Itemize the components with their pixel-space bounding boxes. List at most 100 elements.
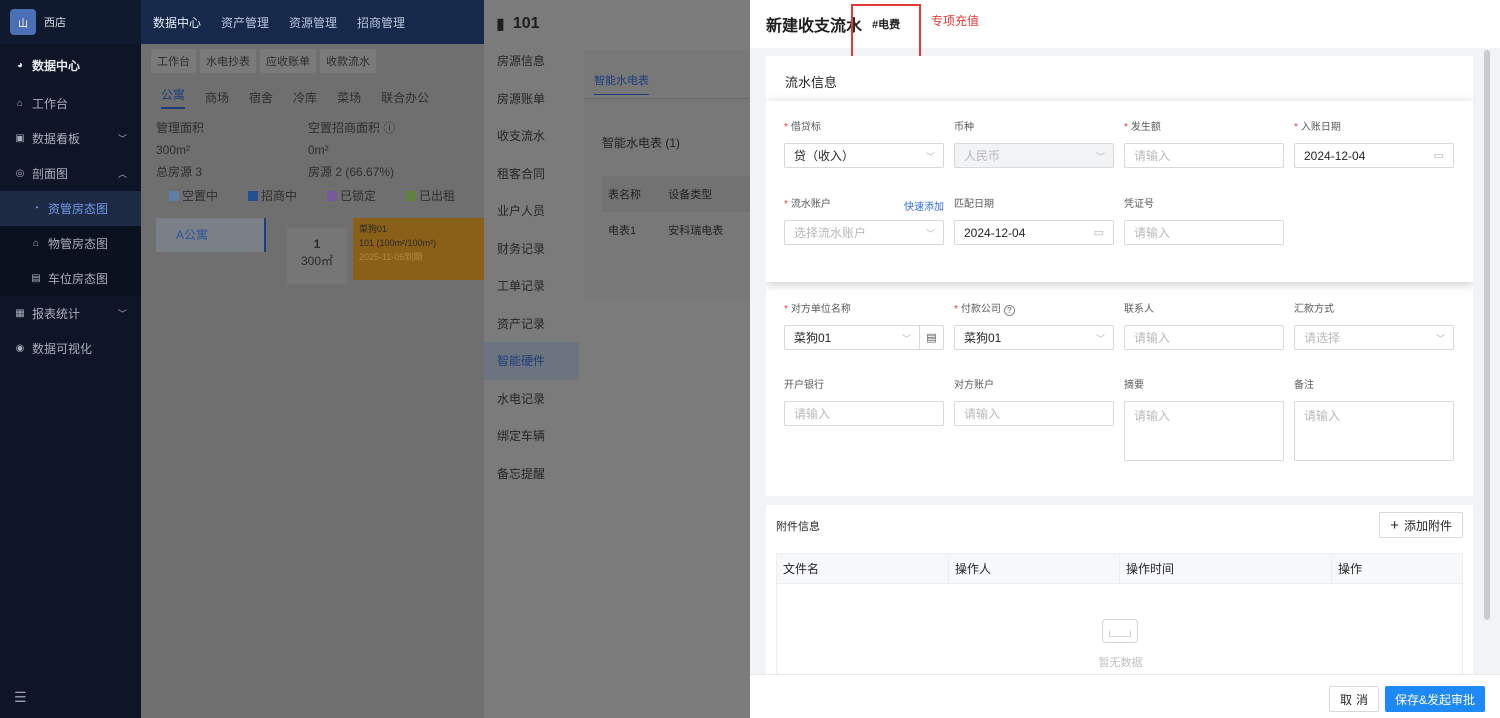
- remit-method-select[interactable]: 请选择 ﹀: [1294, 325, 1454, 350]
- legend-locked[interactable]: 已锁定: [327, 187, 376, 204]
- room-header: ▮ 101: [484, 0, 750, 48]
- main-content: 工作台 水电抄表 应收账单 收款流水 公寓 商场 宿舍 冷库 菜场 联合办公 管…: [141, 44, 488, 718]
- col-operator: 操作人: [949, 554, 1120, 583]
- page-tab-workbench[interactable]: 工作台: [151, 48, 196, 73]
- attachments-table: 文件名 操作人 操作时间 操作 暂无数据: [776, 553, 1463, 674]
- sidebar-item-dashboard[interactable]: ▣ 数据看板 ﹀: [0, 121, 141, 156]
- legend-vacant[interactable]: 空置中: [169, 187, 218, 204]
- room-menu-item[interactable]: 资产记录: [484, 305, 579, 343]
- field-voucher: 凭证号 请输入: [1124, 198, 1284, 245]
- field-amount: * 发生额 请输入: [1124, 121, 1284, 168]
- room-menu-item[interactable]: 收支流水: [484, 117, 579, 155]
- annotation-note: 专项充值: [931, 14, 980, 28]
- room-menu-item[interactable]: 租客合同: [484, 155, 579, 193]
- flow-account-select[interactable]: 选择流水账户 ﹀: [784, 220, 944, 245]
- payer-select[interactable]: 菜狗01 ﹀: [954, 325, 1114, 350]
- field-currency: 币种 人民币 ﹀: [954, 121, 1114, 168]
- debit-credit-select[interactable]: 贷（收入） ﹀: [784, 143, 944, 168]
- room-menu-item[interactable]: 备忘提醒: [484, 455, 579, 493]
- summary-textarea[interactable]: 请输入: [1124, 401, 1284, 461]
- menu-fold-icon[interactable]: ☰: [14, 689, 27, 706]
- building-tab-market[interactable]: 菜场: [337, 89, 361, 106]
- topnav-data-center[interactable]: 数据中心: [153, 14, 201, 31]
- sidebar-item-property-room[interactable]: ⌂ 物管房态图: [0, 226, 141, 261]
- drawer-scrollbar[interactable]: [1484, 50, 1490, 620]
- cancel-button[interactable]: 取消: [1329, 686, 1379, 712]
- page-tab-receipts[interactable]: 收款流水: [320, 48, 376, 73]
- sidebar-item-visual[interactable]: ◉ 数据可视化: [0, 331, 141, 366]
- room-menu-item-active[interactable]: 智能硬件: [484, 342, 579, 380]
- legend-rented[interactable]: 已出租: [406, 187, 455, 204]
- data-center-icon: ◕: [16, 59, 24, 71]
- topnav-leasing[interactable]: 招商管理: [357, 14, 405, 31]
- drawer-header: 新建收支流水 #电费 专项充值: [750, 0, 1500, 58]
- counterparty-select[interactable]: 菜狗01 ﹀ ▤: [784, 325, 944, 350]
- voucher-input[interactable]: 请输入: [1124, 220, 1284, 245]
- sidebar-item-profile[interactable]: ◎ 剖面图 ︿: [0, 156, 141, 191]
- contact-input[interactable]: 请输入: [1124, 325, 1284, 350]
- topnav-asset[interactable]: 资产管理: [221, 14, 269, 31]
- store-logo-icon: 山: [10, 9, 36, 35]
- profile-icon: ◎: [15, 168, 25, 179]
- page-tabs: 工作台 水电抄表 应收账单 收款流水: [141, 44, 484, 77]
- room-menu-item[interactable]: 业户人员: [484, 192, 579, 230]
- help-icon: ⓘ: [383, 121, 396, 135]
- status-legend: 空置中 招商中 已锁定 已出租: [141, 187, 484, 204]
- field-remark: 备注 请输入: [1294, 379, 1454, 461]
- annotation-highlight-box: [851, 4, 921, 58]
- drawer-title: 新建收支流水: [766, 18, 863, 35]
- building-tab-mall[interactable]: 商场: [205, 89, 229, 106]
- copy-icon[interactable]: ▤: [919, 326, 943, 349]
- building-tab-apartment[interactable]: 公寓: [161, 86, 186, 109]
- entry-date-picker[interactable]: 2024-12-04 ▭: [1294, 143, 1454, 168]
- building-tab-cowork[interactable]: 联合办公: [381, 89, 429, 106]
- table-row[interactable]: 电表1 安科瑞电表: [602, 212, 752, 248]
- top-nav: 数据中心 资产管理 资源管理 招商管理: [141, 0, 484, 44]
- calendar-icon: ▭: [1433, 150, 1444, 162]
- room-menu-item[interactable]: 绑定车辆: [484, 417, 579, 455]
- counter-account-input[interactable]: 请输入: [954, 401, 1114, 426]
- room-menu-item[interactable]: 工单记录: [484, 267, 579, 305]
- room-menu-item[interactable]: 房源账单: [484, 80, 579, 118]
- topnav-resource[interactable]: 资源管理: [289, 14, 337, 31]
- room-menu-item[interactable]: 财务记录: [484, 230, 579, 268]
- tab-smart-meter[interactable]: 智能水电表: [594, 72, 649, 95]
- match-date-picker[interactable]: 2024-12-04 ▭: [954, 220, 1114, 245]
- stat-rooms-pct: 房源 2 (66.67%): [308, 165, 395, 179]
- quick-add-link[interactable]: 快速添加: [904, 198, 944, 213]
- room-menu-item[interactable]: 水电记录: [484, 380, 579, 418]
- add-attachment-button[interactable]: + 添加附件: [1379, 512, 1463, 538]
- occupant-card[interactable]: 菜狗01 101 (100m²/100m²) 2025-11-06到期: [353, 218, 488, 280]
- field-counterparty: * 对方单位名称 菜狗01 ﹀ ▤: [784, 303, 944, 350]
- sidebar-logo[interactable]: 山 西店: [0, 0, 141, 44]
- field-debit-credit: * 借贷标 贷（收入） ﹀: [784, 121, 944, 168]
- field-match-date: 匹配日期 2024-12-04 ▭: [954, 198, 1114, 245]
- help-icon[interactable]: ?: [1003, 305, 1015, 316]
- building-tab-dorm[interactable]: 宿舍: [249, 89, 273, 106]
- empty-box-icon: [1102, 619, 1138, 643]
- remark-textarea[interactable]: 请输入: [1294, 401, 1454, 461]
- plus-icon: +: [1390, 516, 1399, 534]
- bank-input[interactable]: 请输入: [784, 401, 944, 426]
- field-contact: 联系人 请输入: [1124, 303, 1284, 350]
- amount-input[interactable]: 请输入: [1124, 143, 1284, 168]
- legend-leasing[interactable]: 招商中: [248, 187, 297, 204]
- stat-mgmt-area-label: 管理面积: [156, 121, 205, 135]
- sidebar-item-parking[interactable]: ▤ 车位房态图: [0, 261, 141, 296]
- attachments-title: 附件信息: [776, 521, 820, 533]
- save-and-submit-button[interactable]: 保存&发起审批: [1385, 686, 1485, 712]
- page-tab-receivable[interactable]: 应收账单: [260, 48, 316, 73]
- sidebar-item-asset-room[interactable]: ◔ 资管房态图: [0, 191, 141, 226]
- building-tab-cold[interactable]: 冷库: [293, 89, 317, 106]
- chevron-down-icon: ﹀: [1435, 334, 1445, 344]
- sidebar-item-report[interactable]: ▦ 报表统计 ﹀: [0, 296, 141, 331]
- room-door-icon: ▮: [496, 16, 505, 33]
- building-card[interactable]: A公寓: [156, 218, 266, 252]
- page-tab-meter[interactable]: 水电抄表: [200, 48, 256, 73]
- chevron-down-icon: ﹀: [925, 152, 935, 162]
- attachments-section: 附件信息 + 添加附件 文件名 操作人 操作时间 操作 暂无数据: [766, 505, 1473, 674]
- unit-card[interactable]: 1 300㎡: [287, 228, 347, 284]
- sidebar-item-workbench[interactable]: ⌂ 工作台: [0, 86, 141, 121]
- room-menu-item[interactable]: 房源信息: [484, 42, 579, 80]
- sidebar-head-data-center[interactable]: ◕ 数据中心: [0, 44, 141, 86]
